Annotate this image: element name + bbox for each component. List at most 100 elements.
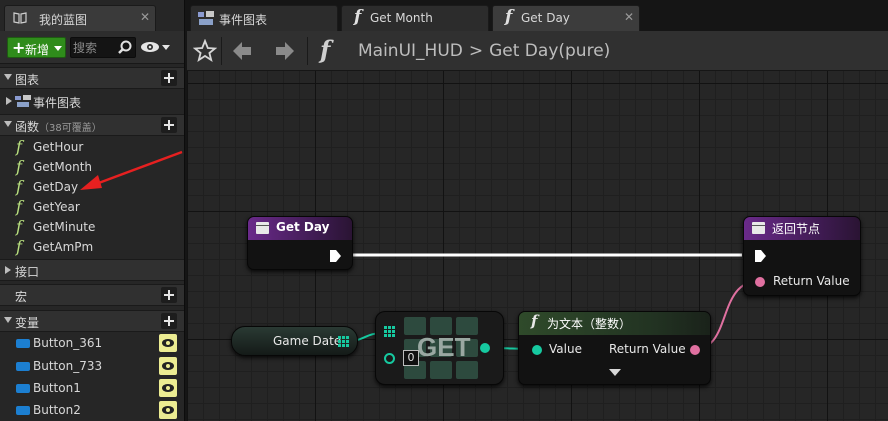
struct-output-pin-icon[interactable] bbox=[338, 336, 349, 347]
exec-input-pin-icon[interactable] bbox=[755, 250, 766, 262]
blueprint-toolbar: + 新增 bbox=[0, 31, 184, 64]
section-graphs[interactable]: 图表 bbox=[0, 67, 184, 89]
event-graph-icon bbox=[15, 95, 31, 107]
forward-arrow-icon[interactable] bbox=[273, 39, 297, 63]
function-label: GetMinute bbox=[33, 220, 96, 234]
visibility-eye-icon[interactable] bbox=[159, 401, 177, 419]
my-blueprint-panel: 我的蓝图 ✕ + 新增 图表 bbox=[0, 0, 185, 421]
variable-item[interactable]: Button_361 bbox=[0, 333, 184, 353]
value-pin-label: Value bbox=[549, 342, 582, 356]
function-entry-icon bbox=[256, 222, 269, 234]
event-graph-item[interactable]: 事件图表 bbox=[0, 91, 184, 111]
expand-arrow-icon[interactable] bbox=[6, 97, 12, 105]
add-graph-button[interactable] bbox=[161, 70, 177, 86]
view-options-eye-icon[interactable] bbox=[140, 39, 172, 55]
node-header: f 为文本（整数） bbox=[519, 312, 710, 335]
function-icon: f bbox=[320, 35, 331, 64]
function-item[interactable]: f GetDay bbox=[0, 177, 184, 197]
exec-output-pin-icon[interactable] bbox=[330, 250, 341, 262]
function-label: GetDay bbox=[33, 180, 79, 194]
entry-node-title: Get Day bbox=[276, 220, 330, 234]
search-input[interactable] bbox=[73, 40, 117, 55]
section-interfaces[interactable]: 接口 bbox=[0, 259, 184, 281]
graph-canvas[interactable]: f MainUI_HUD > Get Day(pure) Get Day 返回节点 … bbox=[187, 31, 888, 421]
breadcrumb-separator: > bbox=[468, 41, 484, 61]
close-icon[interactable]: ✕ bbox=[624, 10, 634, 24]
function-item[interactable]: f GetYear bbox=[0, 197, 184, 217]
add-macro-button[interactable] bbox=[161, 287, 177, 303]
search-icon[interactable] bbox=[117, 40, 133, 55]
to-text-integer-node[interactable]: f 为文本（整数） Value Return Value bbox=[518, 311, 711, 385]
visibility-eye-icon[interactable] bbox=[159, 379, 177, 397]
tab-label: Get Month bbox=[370, 11, 433, 25]
section-functions[interactable]: 函数（38可覆盖） bbox=[0, 114, 184, 136]
expand-arrow-icon bbox=[5, 266, 11, 274]
star-icon[interactable] bbox=[193, 39, 217, 63]
return-node[interactable]: 返回节点 Return Value bbox=[743, 216, 861, 296]
value-input-pin[interactable] bbox=[532, 345, 542, 355]
add-new-button[interactable]: + 新增 bbox=[7, 37, 66, 58]
tab-event-graph[interactable]: 事件图表 bbox=[190, 5, 338, 31]
function-item[interactable]: f GetMonth bbox=[0, 157, 184, 177]
breadcrumb: MainUI_HUD > Get Day(pure) bbox=[358, 41, 610, 61]
function-icon: f bbox=[16, 197, 22, 216]
function-item[interactable]: f GetHour bbox=[0, 137, 184, 157]
chevron-down-icon bbox=[54, 46, 62, 51]
back-arrow-icon[interactable] bbox=[230, 39, 254, 63]
object-type-icon bbox=[16, 362, 30, 371]
tab-label: 事件图表 bbox=[219, 13, 268, 27]
function-icon: f bbox=[16, 237, 22, 256]
function-label: GetMonth bbox=[33, 160, 92, 174]
variable-item[interactable]: Button1 bbox=[0, 378, 184, 398]
object-type-icon bbox=[16, 406, 30, 415]
event-graph-icon bbox=[198, 11, 214, 25]
visibility-eye-icon[interactable] bbox=[159, 357, 177, 375]
array-get-node[interactable]: GET 0 bbox=[375, 311, 504, 385]
expand-pins-chevron-icon[interactable] bbox=[609, 369, 621, 376]
return-value-pin-label: Return Value bbox=[609, 342, 686, 356]
variable-label: Button_733 bbox=[33, 359, 103, 373]
graph-toolbar: f MainUI_HUD > Get Day(pure) bbox=[187, 31, 888, 71]
tab-get-month[interactable]: f Get Month bbox=[341, 5, 489, 31]
my-blueprint-tab[interactable]: 我的蓝图 ✕ bbox=[4, 5, 156, 31]
entry-node-get-day[interactable]: Get Day bbox=[247, 216, 353, 270]
variable-item[interactable]: Button_733 bbox=[0, 356, 184, 376]
plus-icon: + bbox=[12, 38, 26, 57]
array-input-pin-icon[interactable] bbox=[384, 326, 395, 337]
index-input-pin[interactable] bbox=[384, 353, 395, 364]
variable-label: Button2 bbox=[33, 403, 81, 417]
function-label: GetYear bbox=[33, 200, 80, 214]
variable-item[interactable]: Button2 bbox=[0, 400, 184, 420]
function-icon: f bbox=[16, 137, 22, 156]
return-value-output-pin[interactable] bbox=[690, 345, 700, 355]
return-node-title: 返回节点 bbox=[772, 222, 821, 236]
book-icon bbox=[13, 12, 27, 24]
function-icon: f bbox=[354, 7, 362, 27]
object-type-icon bbox=[16, 384, 30, 393]
return-value-input-pin[interactable] bbox=[755, 277, 765, 287]
section-macros[interactable]: 宏 bbox=[0, 284, 184, 306]
function-item[interactable]: f GetMinute bbox=[0, 217, 184, 237]
variable-node-game-date[interactable]: Game Date bbox=[231, 326, 358, 356]
section-graphs-label: 图表 bbox=[15, 73, 40, 87]
add-function-button[interactable] bbox=[161, 117, 177, 133]
breadcrumb-blueprint[interactable]: MainUI_HUD bbox=[358, 41, 463, 61]
search-box[interactable] bbox=[70, 37, 136, 58]
visibility-eye-icon[interactable] bbox=[159, 334, 177, 352]
to-text-node-title: 为文本（整数） bbox=[547, 317, 632, 331]
function-item[interactable]: f GetAmPm bbox=[0, 237, 184, 257]
section-variables[interactable]: 变量 bbox=[0, 310, 184, 332]
return-value-label: Return Value bbox=[773, 274, 850, 288]
section-interfaces-label: 接口 bbox=[15, 265, 40, 279]
section-functions-label: 函数（38可覆盖） bbox=[15, 120, 102, 134]
tab-get-day[interactable]: f Get Day ✕ bbox=[492, 5, 640, 31]
expand-arrow-icon bbox=[4, 74, 12, 80]
item-output-pin[interactable] bbox=[480, 343, 490, 353]
close-icon[interactable]: ✕ bbox=[140, 10, 150, 24]
add-variable-button[interactable] bbox=[161, 313, 177, 329]
index-field[interactable]: 0 bbox=[403, 350, 419, 366]
object-type-icon bbox=[16, 339, 30, 348]
toolbar-divider bbox=[307, 37, 308, 65]
function-icon: f bbox=[505, 7, 513, 27]
my-blueprint-tab-label: 我的蓝图 bbox=[39, 13, 88, 27]
